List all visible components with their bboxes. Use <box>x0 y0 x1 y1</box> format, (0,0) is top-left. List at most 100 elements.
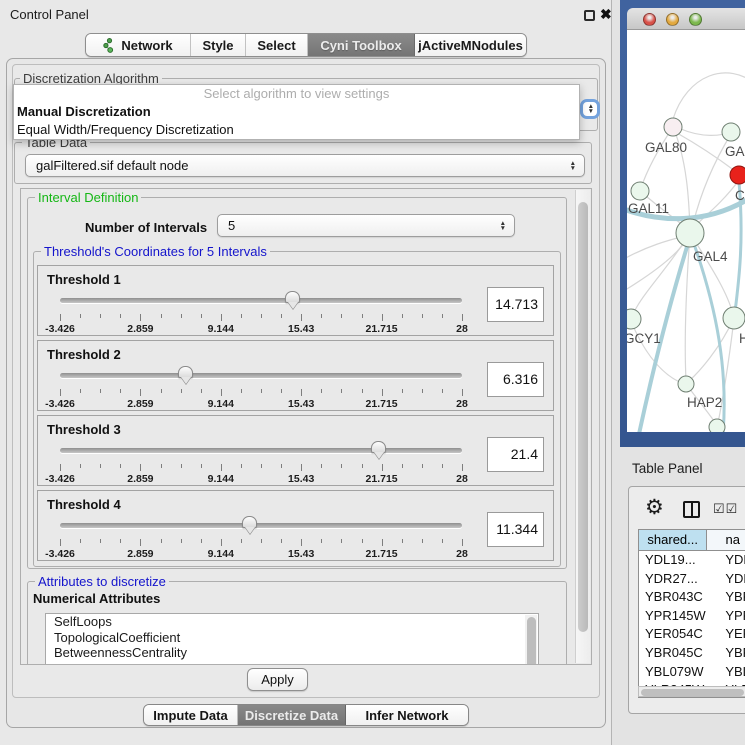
dropdown-option[interactable]: Manual Discretization <box>14 103 579 121</box>
slider-tick <box>301 314 302 321</box>
slider-thumb[interactable] <box>285 291 300 303</box>
table-hscrollbar[interactable] <box>638 686 745 697</box>
threshold-value-field[interactable]: 6.316 <box>487 362 544 397</box>
tab-cyni-toolbox[interactable]: Cyni Toolbox <box>308 34 415 56</box>
network-node-gcy1[interactable] <box>627 309 641 329</box>
node-table[interactable]: shared...na YDL19...YDL1YDR27...YDR2YBR0… <box>638 529 745 698</box>
attributes-listbox[interactable]: SelfLoopsTopologicalCoefficientBetweenne… <box>45 613 539 665</box>
tab-network[interactable]: Network <box>86 34 191 56</box>
slider-tick <box>261 314 262 318</box>
table-row[interactable]: YDL19...YDL1 <box>639 551 745 570</box>
network-node-h[interactable] <box>723 307 745 329</box>
slider-track[interactable] <box>60 448 462 453</box>
bottom-tab-discretize-data[interactable]: Discretize Data <box>238 705 346 725</box>
float-window-icon[interactable] <box>584 10 595 21</box>
slider-thumb[interactable] <box>371 441 386 453</box>
slider-thumb[interactable] <box>242 516 257 528</box>
threshold-label: Threshold 1 <box>47 272 121 287</box>
top-tabbar: NetworkStyle Select Cyni ToolboxjActiveMNo… <box>85 33 527 57</box>
threshold-value-field[interactable]: 11.344 <box>487 512 544 547</box>
slider-tick-label: 15.43 <box>288 548 314 560</box>
table-row[interactable]: YER054CYER0 <box>639 625 745 644</box>
slider-tick-label: 15.43 <box>288 398 314 410</box>
tab-style[interactable]: Style <box>191 34 246 56</box>
slider-track[interactable] <box>60 298 462 303</box>
network-node[interactable] <box>709 419 725 432</box>
tab-select[interactable]: Select <box>246 34 308 56</box>
threshold-slider[interactable]: -3.4262.8599.14415.4321.71528 <box>60 290 462 334</box>
list-scrollbar[interactable] <box>525 615 537 665</box>
network-node-gal4[interactable] <box>676 219 704 247</box>
network-canvas[interactable]: GAL80GACGAL11GAL4GCY1HHAP2 <box>627 30 745 432</box>
threshold-slider[interactable]: -3.4262.8599.14415.4321.71528 <box>60 365 462 409</box>
threshold-value-field[interactable]: 21.4 <box>487 437 544 472</box>
slider-tick <box>402 389 403 393</box>
table-data-combobox[interactable]: galFiltered.sif default node ▲▼ <box>25 154 585 177</box>
slider-tick <box>161 314 162 318</box>
table-column-header[interactable]: shared... <box>639 530 707 550</box>
slider-tick <box>221 389 222 396</box>
columns-icon[interactable] <box>683 501 700 518</box>
slider-tick <box>261 389 262 393</box>
slider-tick-label: 9.144 <box>208 473 234 485</box>
gear-icon[interactable]: ⚙ <box>645 495 664 520</box>
slider-tick <box>422 389 423 393</box>
slider-tick <box>321 539 322 543</box>
attribute-item[interactable]: BetweennessCentrality <box>46 645 538 661</box>
slider-tick <box>140 539 141 546</box>
network-node-ga[interactable] <box>722 123 740 141</box>
slider-tick <box>181 539 182 543</box>
network-node-label: GAL4 <box>693 249 728 264</box>
tab-label: Select <box>257 38 295 53</box>
network-edge[interactable] <box>673 73 745 119</box>
table-row[interactable]: YBR045CYBR0 <box>639 644 745 663</box>
network-window-titlebar[interactable] <box>627 8 745 30</box>
slider-tick <box>241 464 242 468</box>
slider-tick <box>341 539 342 543</box>
attribute-item[interactable]: SelfLoops <box>46 614 538 630</box>
network-view-window[interactable]: GAL80GACGAL11GAL4GCY1HHAP2 <box>620 0 745 447</box>
slider-thumb[interactable] <box>178 366 193 378</box>
checkboxes-icon[interactable]: ☑☑ <box>713 501 738 517</box>
slider-track[interactable] <box>60 373 462 378</box>
table-column-header[interactable]: na <box>707 530 745 550</box>
bottom-tab-impute-data[interactable]: Impute Data <box>144 705 238 725</box>
mac-zoom-icon[interactable] <box>689 13 702 26</box>
slider-tick <box>80 314 81 318</box>
algorithm-combobox-stub[interactable]: ▲▼ <box>580 99 600 119</box>
table-row[interactable]: YBR043CYBR0 <box>639 588 745 607</box>
table-cell: YPR145W <box>639 607 719 626</box>
attribute-item[interactable]: TopologicalCoefficient <box>46 630 538 646</box>
mac-close-icon[interactable] <box>643 13 656 26</box>
table-row[interactable]: YBL079WYBL0 <box>639 663 745 682</box>
slider-tick <box>221 314 222 321</box>
settings-scrollbar[interactable] <box>575 190 590 663</box>
network-edge[interactable] <box>632 233 690 316</box>
network-node-gal11[interactable] <box>631 182 649 200</box>
table-row[interactable]: YDR27...YDR2 <box>639 570 745 589</box>
network-node-c[interactable] <box>730 166 745 184</box>
tab-jactivemnodules[interactable]: jActiveMNodules <box>415 34 526 56</box>
network-node-hap2[interactable] <box>678 376 694 392</box>
slider-tick-label: -3.426 <box>45 323 75 335</box>
threshold-panel-2: Threshold 2-3.4262.8599.14415.4321.71528… <box>37 340 554 411</box>
num-intervals-combobox[interactable]: 5 ▲▼ <box>217 214 515 237</box>
close-icon[interactable]: ✖ <box>600 6 612 23</box>
bottom-tab-infer-network[interactable]: Infer Network <box>346 705 468 725</box>
network-edge[interactable] <box>641 127 673 188</box>
apply-button[interactable]: Apply <box>247 668 308 691</box>
mac-minimize-icon[interactable] <box>666 13 679 26</box>
threshold-value-field[interactable]: 14.713 <box>487 287 544 322</box>
threshold-slider[interactable]: -3.4262.8599.14415.4321.71528 <box>60 440 462 484</box>
network-edge[interactable] <box>627 236 685 260</box>
num-intervals-label: Number of Intervals <box>85 220 207 235</box>
slider-track[interactable] <box>60 523 462 528</box>
dropdown-option[interactable]: Equal Width/Frequency Discretization <box>14 121 579 139</box>
network-node-gal80[interactable] <box>664 118 682 136</box>
slider-tick <box>402 314 403 318</box>
threshold-slider[interactable]: -3.4262.8599.14415.4321.71528 <box>60 515 462 559</box>
slider-tick <box>201 464 202 468</box>
num-intervals-value: 5 <box>228 218 235 233</box>
table-row[interactable]: YPR145WYPR1 <box>639 607 745 626</box>
attributes-group-title: Attributes to discretize <box>35 574 169 589</box>
